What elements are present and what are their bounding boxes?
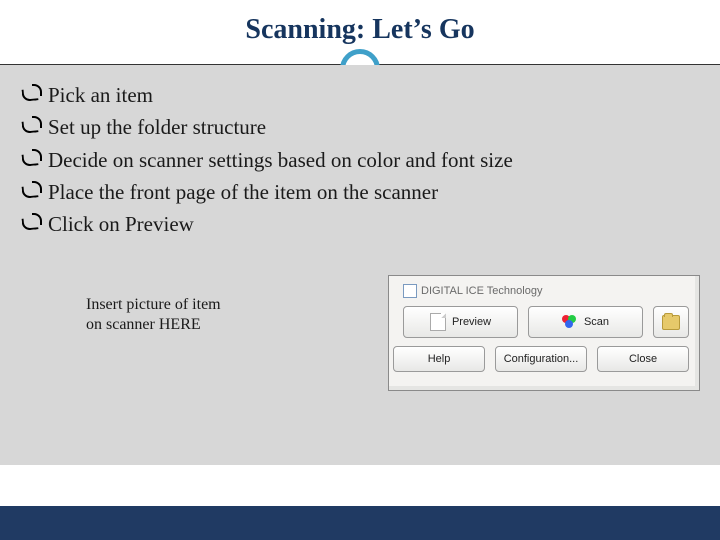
list-item: Place the front page of the item on the … (22, 178, 698, 206)
folder-button[interactable] (653, 306, 689, 338)
configuration-label: Configuration... (504, 353, 579, 365)
help-button[interactable]: Help (393, 346, 485, 372)
page-icon (430, 313, 446, 331)
button-row-bottom: Help Configuration... Close (403, 346, 689, 372)
digital-ice-label: DIGITAL ICE Technology (421, 285, 542, 297)
bullet-list: Pick an item Set up the folder structure… (22, 81, 698, 239)
rgb-icon (562, 315, 578, 329)
list-item: Click on Preview (22, 210, 698, 238)
preview-label: Preview (452, 316, 491, 328)
configuration-button[interactable]: Configuration... (495, 346, 587, 372)
footer-bar (0, 506, 720, 540)
checkbox-icon[interactable] (403, 284, 417, 298)
folder-icon (662, 315, 680, 330)
slide: Scanning: Let’s Go Pick an item Set up t… (0, 0, 720, 540)
help-label: Help (428, 353, 451, 365)
placeholder-caption: Insert picture of item on scanner HERE (86, 295, 226, 335)
digital-ice-row: DIGITAL ICE Technology (403, 284, 689, 298)
preview-button[interactable]: Preview (403, 306, 518, 338)
scanner-dialog: DIGITAL ICE Technology Preview Scan (388, 275, 700, 391)
list-item: Set up the folder structure (22, 113, 698, 141)
slide-body: Pick an item Set up the folder structure… (0, 65, 720, 465)
list-item: Decide on scanner settings based on colo… (22, 146, 698, 174)
scan-label: Scan (584, 316, 609, 328)
button-row-top: Preview Scan (403, 306, 689, 338)
close-button[interactable]: Close (597, 346, 689, 372)
title-area: Scanning: Let’s Go (0, 0, 720, 65)
dialog-inner: DIGITAL ICE Technology Preview Scan (389, 276, 699, 390)
scan-button[interactable]: Scan (528, 306, 643, 338)
close-label: Close (629, 353, 657, 365)
slide-title: Scanning: Let’s Go (0, 14, 720, 46)
list-item: Pick an item (22, 81, 698, 109)
